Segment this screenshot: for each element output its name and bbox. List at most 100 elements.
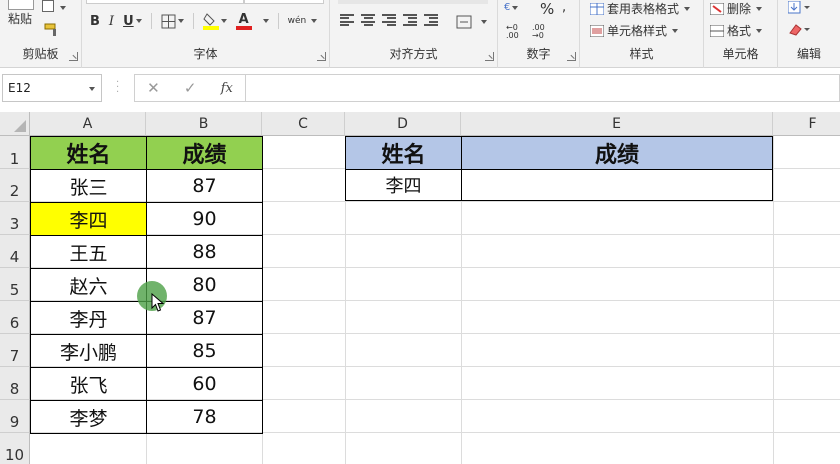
enter-icon[interactable]: ✓ [184, 79, 197, 97]
cell-styles-button[interactable]: 单元格样式 [590, 22, 679, 39]
insert-function-icon[interactable]: fx [221, 81, 233, 96]
table1-name-cell[interactable]: 赵六 [30, 268, 147, 302]
table2-header-name[interactable]: 姓名 [345, 136, 462, 170]
table1-name-cell[interactable]: 张飞 [30, 367, 147, 401]
row-header-7[interactable]: 7 [0, 334, 30, 367]
decrease-indent-icon[interactable] [403, 14, 417, 26]
table2-name-cell[interactable]: 李四 [345, 169, 462, 201]
table1-score-cell[interactable]: 78 [146, 400, 263, 434]
paste-button[interactable]: 粘贴 [8, 10, 32, 27]
top-align-row [338, 0, 488, 4]
table1-score-cell[interactable]: 60 [146, 367, 263, 401]
formula-input[interactable] [245, 74, 840, 102]
font-group-label: 字体 [193, 47, 218, 61]
table1-name-cell[interactable]: 王五 [30, 235, 147, 269]
table-format-button[interactable]: 套用表格格式 [590, 0, 691, 17]
fill-color-dropdown-icon[interactable] [220, 19, 227, 23]
divider [150, 13, 152, 29]
formula-bar-splitter-icon[interactable]: · · · [116, 78, 119, 98]
font-launcher-icon[interactable] [317, 52, 326, 61]
column-header-a[interactable]: A [30, 112, 146, 136]
align-right-icon[interactable] [382, 14, 396, 26]
table1-score-cell[interactable]: 87 [146, 169, 263, 203]
column-header-b[interactable]: B [146, 112, 262, 136]
bold-button[interactable]: B [90, 14, 100, 29]
font-color-button[interactable]: A [235, 13, 252, 30]
table2-score-cell[interactable] [461, 169, 773, 201]
clear-button[interactable] [788, 22, 812, 41]
alignment-launcher-icon[interactable] [485, 52, 494, 61]
clipboard-launcher-icon[interactable] [69, 52, 78, 61]
copy-icon[interactable] [42, 0, 54, 12]
delete-label: 删除 [727, 2, 752, 16]
table1-header-name[interactable]: 姓名 [30, 136, 147, 170]
italic-button[interactable]: I [109, 14, 114, 29]
table1-name-cell[interactable]: 李丹 [30, 301, 147, 335]
increase-indent-icon[interactable] [424, 14, 438, 26]
increase-decimal-icon[interactable]: ←0.00 [506, 24, 519, 40]
font-size-box[interactable] [244, 0, 324, 4]
phonetic-dropdown-icon[interactable] [311, 18, 318, 23]
fill-button[interactable] [787, 0, 812, 19]
merge-dropdown-icon[interactable] [481, 20, 487, 24]
phonetic-button[interactable]: wén [288, 16, 318, 26]
table1-header-score[interactable]: 成绩 [146, 136, 263, 170]
row-header-1[interactable]: 1 [0, 136, 30, 169]
worksheet[interactable]: A B C D E F 1 2 3 4 5 6 7 8 9 10 姓名 成绩 张… [0, 112, 840, 464]
styles-group-label: 样式 [629, 47, 654, 61]
row-header-3[interactable]: 3 [0, 202, 30, 235]
underline-button[interactable]: U [123, 14, 142, 29]
table2-header-score[interactable]: 成绩 [461, 136, 773, 170]
cancel-icon[interactable]: ✕ [147, 79, 160, 97]
row-header-4[interactable]: 4 [0, 235, 30, 268]
table1-name-cell[interactable]: 李梦 [30, 400, 147, 434]
table1-score-cell[interactable]: 88 [146, 235, 263, 269]
paste-icon[interactable] [8, 0, 34, 10]
accounting-format-icon[interactable]: € [504, 2, 519, 13]
row-header-9[interactable]: 9 [0, 400, 30, 433]
divider [277, 13, 279, 29]
borders-button[interactable] [161, 14, 184, 29]
table1-name-cell-highlighted[interactable]: 李四 [30, 202, 147, 236]
select-all-button[interactable] [0, 112, 30, 136]
underline-dropdown-icon[interactable] [135, 19, 142, 23]
row-header-5[interactable]: 5 [0, 268, 30, 301]
font-color-dropdown-icon[interactable] [262, 19, 269, 23]
delete-button[interactable]: 删除 [710, 0, 763, 17]
font-buttons: B I U A wén [90, 12, 318, 30]
font-color-swatch [235, 25, 252, 30]
number-launcher-icon[interactable] [567, 52, 576, 61]
name-box[interactable]: E12 [2, 74, 102, 102]
merge-center-icon[interactable] [456, 14, 472, 33]
row-header-10[interactable]: 10 [0, 433, 30, 464]
column-header-d[interactable]: D [345, 112, 461, 136]
formula-controls: ✕ ✓ fx [134, 74, 246, 102]
table1-name-cell[interactable]: 张三 [30, 169, 147, 203]
cell-styles-dropdown-icon [672, 28, 679, 33]
format-button[interactable]: 格式 [710, 22, 763, 39]
delete-icon [710, 2, 724, 15]
percent-button[interactable]: % [540, 0, 554, 18]
align-left-icon[interactable] [340, 14, 354, 26]
fill-color-button[interactable] [202, 12, 227, 30]
column-header-f[interactable]: F [773, 112, 840, 136]
align-center-icon[interactable] [361, 14, 375, 26]
editing-group-label: 编辑 [796, 47, 821, 61]
font-name-box[interactable] [86, 0, 244, 4]
decrease-decimal-icon[interactable]: .00 →0 [532, 24, 545, 40]
row-header-2[interactable]: 2 [0, 169, 30, 202]
name-box-dropdown-icon[interactable] [89, 87, 95, 91]
format-painter-icon[interactable] [44, 22, 58, 36]
comma-style-icon[interactable]: , [562, 0, 566, 15]
table1-score-cell[interactable]: 85 [146, 334, 263, 368]
column-header-c[interactable]: C [262, 112, 345, 136]
row-header-8[interactable]: 8 [0, 367, 30, 400]
alignment-group-label: 对齐方式 [389, 47, 438, 61]
borders-dropdown-icon[interactable] [177, 19, 184, 23]
column-header-e[interactable]: E [461, 112, 773, 136]
copy-dropdown-icon[interactable] [60, 6, 66, 10]
row-header-6[interactable]: 6 [0, 301, 30, 334]
table1-score-cell[interactable]: 90 [146, 202, 263, 236]
table1-name-cell[interactable]: 李小鹏 [30, 334, 147, 368]
